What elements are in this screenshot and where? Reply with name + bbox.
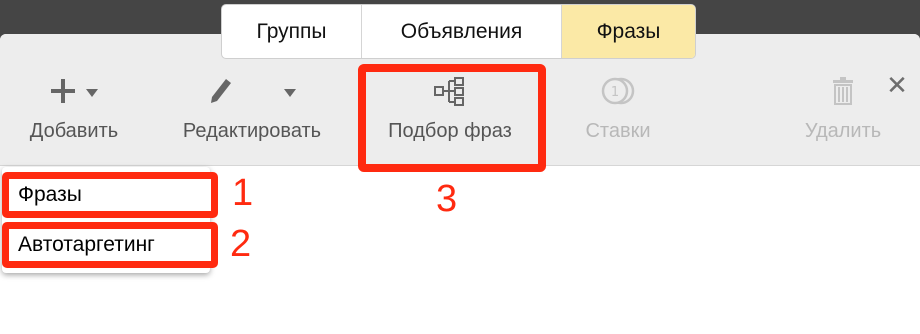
chevron-down-icon (284, 89, 296, 97)
chevron-down-icon (86, 89, 98, 97)
delete-label: Удалить (804, 120, 882, 142)
dropdown-item-phrases[interactable]: Фразы (2, 172, 218, 218)
tab-phrases[interactable]: Фразы (562, 5, 695, 58)
section-tabs: Группы Объявления Фразы (221, 4, 696, 59)
plus-icon (50, 78, 76, 109)
coins-icon: 1 (600, 75, 636, 112)
edit-button[interactable]: Редактировать (166, 74, 338, 144)
add-label: Добавить (29, 120, 119, 142)
dropdown-item-autotargeting[interactable]: Автотаргетинг (2, 222, 218, 268)
annotation-number: 3 (436, 178, 458, 220)
bids-label: Ставки (585, 120, 651, 142)
tab-groups[interactable]: Группы (222, 5, 362, 58)
delete-button[interactable]: Удалить (790, 74, 896, 144)
trash-icon (832, 76, 854, 110)
edit-label: Редактировать (182, 120, 322, 142)
annotation-number: 1 (232, 172, 254, 214)
svg-text:1: 1 (611, 85, 619, 100)
bids-button[interactable]: 1 Ставки (572, 74, 664, 144)
annotation-number: 2 (230, 223, 252, 265)
highlight-box (358, 64, 546, 172)
pencil-icon (208, 77, 234, 110)
tab-ads[interactable]: Объявления (362, 5, 562, 58)
add-button[interactable]: Добавить (14, 74, 134, 144)
